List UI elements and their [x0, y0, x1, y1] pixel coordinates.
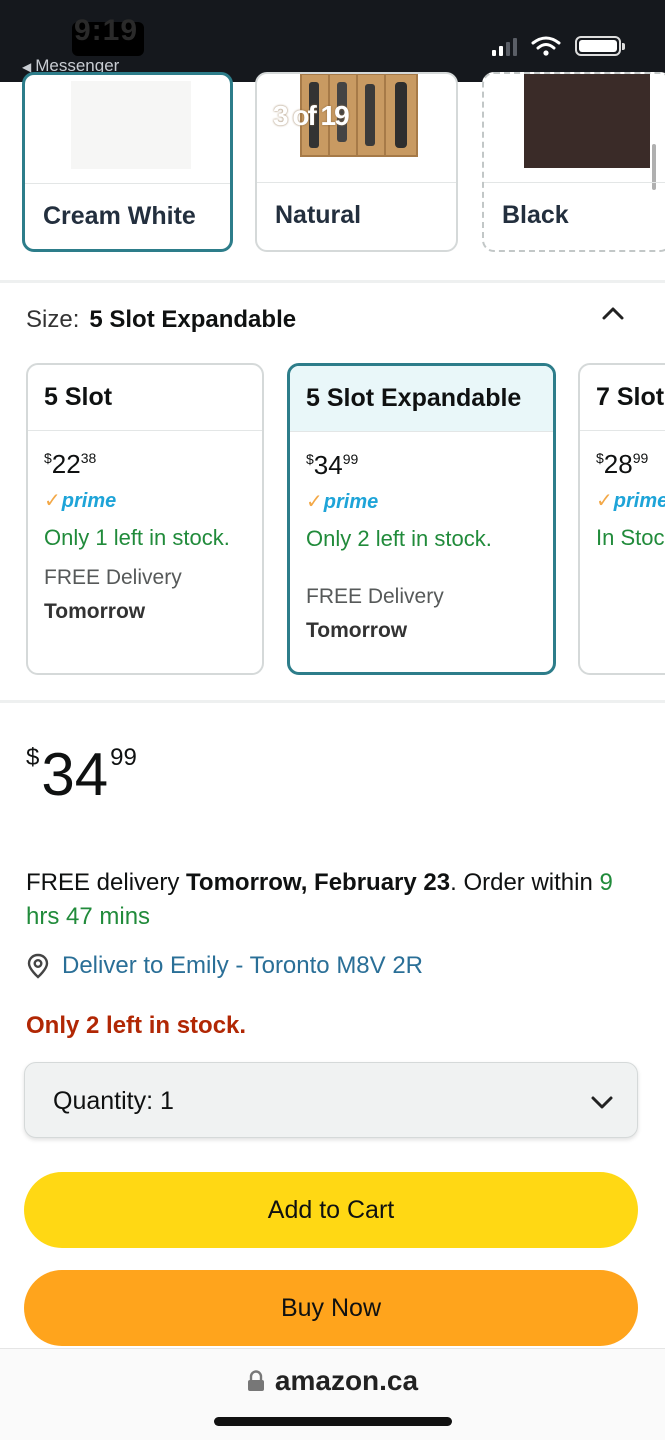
- black-swatch-image: [484, 74, 665, 190]
- delivery-message: FREE delivery Tomorrow, February 23. Ord…: [26, 869, 613, 930]
- image-counter: 3 of 19: [273, 100, 350, 131]
- color-option-cream-white[interactable]: Cream White: [22, 72, 233, 252]
- quantity-label: Quantity: 1: [53, 1087, 174, 1115]
- cellular-signal-icon: [492, 38, 517, 56]
- prime-badge: ✓prime: [306, 491, 379, 513]
- section-divider: [0, 700, 665, 703]
- color-option-label: Cream White: [25, 183, 230, 249]
- add-to-cart-button[interactable]: Add to Cart: [24, 1172, 638, 1248]
- chevron-down-icon: [591, 1096, 613, 1109]
- deliver-to-text: Deliver to Emily - Toronto M8V 2R: [62, 952, 424, 979]
- status-icons: [492, 36, 625, 56]
- color-options: Cream White 3 of 19 Natural Black: [0, 72, 665, 282]
- chevron-up-icon[interactable]: [601, 302, 625, 326]
- browser-url-bar[interactable]: amazon.ca: [0, 1348, 665, 1440]
- home-indicator[interactable]: [214, 1417, 452, 1426]
- size-option-5-slot-expandable[interactable]: 5 Slot Expandable $3499 ✓prime Only 2 le…: [287, 363, 556, 675]
- color-option-label: Black: [484, 182, 665, 250]
- size-option-price: $2238: [44, 449, 97, 479]
- buy-now-button[interactable]: Buy Now: [24, 1270, 638, 1346]
- cream-white-swatch-image: [25, 75, 230, 183]
- color-option-natural[interactable]: 3 of 19 Natural: [255, 72, 458, 252]
- prime-check-icon: ✓: [306, 491, 323, 513]
- size-option-title: 5 Slot Expandable: [290, 366, 553, 432]
- stock-status: Only 2 left in stock.: [306, 526, 492, 551]
- size-option-title: 5 Slot: [28, 365, 262, 431]
- quantity-select[interactable]: Quantity: 1: [24, 1062, 638, 1138]
- product-price: $3499: [26, 741, 137, 808]
- battery-icon: [575, 36, 625, 56]
- color-option-label: Natural: [257, 182, 456, 250]
- delivery-info: FREE Delivery Tomorrow: [306, 585, 444, 642]
- section-divider: [0, 280, 665, 283]
- size-option-price: $3499: [306, 450, 359, 480]
- natural-swatch-image: 3 of 19: [257, 74, 456, 182]
- stock-status: In Stock: [596, 525, 665, 550]
- delivery-date: Tomorrow, February 23: [186, 869, 451, 896]
- prime-check-icon: ✓: [44, 490, 61, 512]
- size-option-7-slot[interactable]: 7 Slot $2899 ✓prime In Stock: [578, 363, 665, 675]
- size-selected-value: 5 Slot Expandable: [89, 306, 297, 333]
- prime-badge: ✓prime: [596, 490, 665, 512]
- delivery-info: FREE Delivery Tomorrow: [44, 566, 182, 623]
- location-pin-icon: [27, 953, 49, 979]
- prime-check-icon: ✓: [596, 490, 613, 512]
- lock-icon: [247, 1370, 264, 1391]
- size-header: Size: 5 Slot Expandable: [26, 306, 296, 334]
- deliver-to-link[interactable]: Deliver to Emily - Toronto M8V 2R: [26, 952, 423, 980]
- wifi-icon: [531, 36, 561, 56]
- size-label: Size:: [26, 306, 80, 333]
- status-bar: 9:19 ◀ Messenger: [0, 0, 665, 82]
- stock-status: Only 1 left in stock.: [44, 525, 230, 550]
- url-display: amazon.ca: [0, 1365, 665, 1397]
- size-option-5-slot[interactable]: 5 Slot $2238 ✓prime Only 1 left in stock…: [26, 363, 264, 675]
- low-stock-warning: Only 2 left in stock.: [26, 1012, 247, 1039]
- size-option-title: 7 Slot: [580, 365, 665, 431]
- prime-badge: ✓prime: [44, 490, 117, 512]
- status-time: 9:19: [74, 14, 139, 47]
- color-option-black[interactable]: Black: [482, 72, 665, 252]
- size-option-price: $2899: [596, 449, 649, 479]
- url-text: amazon.ca: [274, 1365, 419, 1396]
